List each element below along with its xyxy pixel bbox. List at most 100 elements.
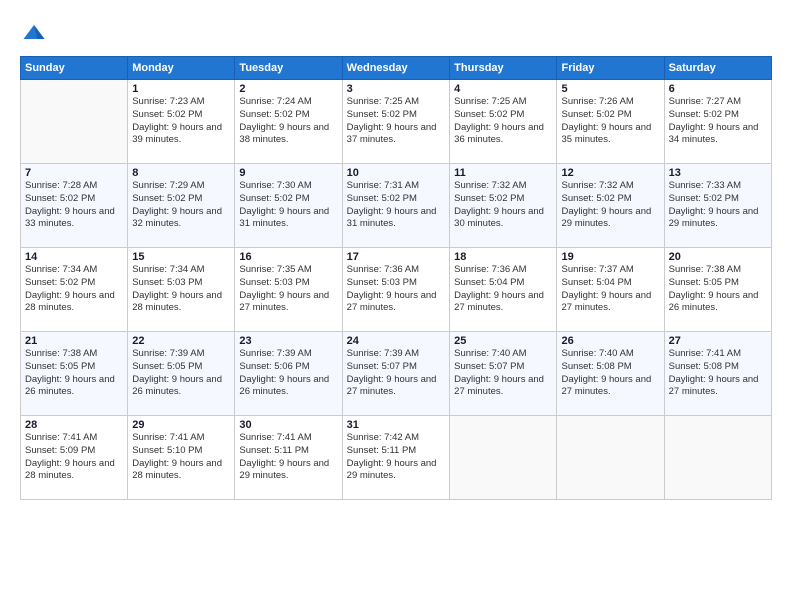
day-number: 5 [561,83,659,95]
weekday-header-wednesday: Wednesday [342,57,449,80]
day-info: Sunrise: 7:42 AM Sunset: 5:11 PM Dayligh… [347,432,445,483]
weekday-header-sunday: Sunday [21,57,128,80]
calendar-cell: 8Sunrise: 7:29 AM Sunset: 5:02 PM Daylig… [128,164,235,248]
day-number: 14 [25,251,123,263]
calendar-cell: 6Sunrise: 7:27 AM Sunset: 5:02 PM Daylig… [664,80,771,164]
calendar-cell: 4Sunrise: 7:25 AM Sunset: 5:02 PM Daylig… [450,80,557,164]
calendar-cell: 27Sunrise: 7:41 AM Sunset: 5:08 PM Dayli… [664,332,771,416]
day-info: Sunrise: 7:27 AM Sunset: 5:02 PM Dayligh… [669,96,767,147]
calendar-cell: 14Sunrise: 7:34 AM Sunset: 5:02 PM Dayli… [21,248,128,332]
calendar-cell: 2Sunrise: 7:24 AM Sunset: 5:02 PM Daylig… [235,80,342,164]
day-info: Sunrise: 7:40 AM Sunset: 5:07 PM Dayligh… [454,348,552,399]
calendar-cell: 15Sunrise: 7:34 AM Sunset: 5:03 PM Dayli… [128,248,235,332]
day-number: 3 [347,83,445,95]
day-info: Sunrise: 7:26 AM Sunset: 5:02 PM Dayligh… [561,96,659,147]
calendar-cell: 9Sunrise: 7:30 AM Sunset: 5:02 PM Daylig… [235,164,342,248]
logo [20,18,52,46]
calendar-cell: 20Sunrise: 7:38 AM Sunset: 5:05 PM Dayli… [664,248,771,332]
day-number: 27 [669,335,767,347]
calendar-cell: 10Sunrise: 7:31 AM Sunset: 5:02 PM Dayli… [342,164,449,248]
calendar-cell: 28Sunrise: 7:41 AM Sunset: 5:09 PM Dayli… [21,416,128,500]
day-number: 21 [25,335,123,347]
calendar-cell: 7Sunrise: 7:28 AM Sunset: 5:02 PM Daylig… [21,164,128,248]
day-info: Sunrise: 7:23 AM Sunset: 5:02 PM Dayligh… [132,96,230,147]
day-number: 17 [347,251,445,263]
header [20,18,772,46]
day-number: 7 [25,167,123,179]
day-number: 31 [347,419,445,431]
calendar-week-4: 21Sunrise: 7:38 AM Sunset: 5:05 PM Dayli… [21,332,772,416]
weekday-header-friday: Friday [557,57,664,80]
calendar-cell: 22Sunrise: 7:39 AM Sunset: 5:05 PM Dayli… [128,332,235,416]
weekday-header-thursday: Thursday [450,57,557,80]
day-number: 10 [347,167,445,179]
calendar-cell: 19Sunrise: 7:37 AM Sunset: 5:04 PM Dayli… [557,248,664,332]
day-number: 25 [454,335,552,347]
day-info: Sunrise: 7:29 AM Sunset: 5:02 PM Dayligh… [132,180,230,231]
day-info: Sunrise: 7:39 AM Sunset: 5:07 PM Dayligh… [347,348,445,399]
weekday-header-saturday: Saturday [664,57,771,80]
day-number: 26 [561,335,659,347]
day-info: Sunrise: 7:24 AM Sunset: 5:02 PM Dayligh… [239,96,337,147]
day-number: 12 [561,167,659,179]
calendar-cell: 21Sunrise: 7:38 AM Sunset: 5:05 PM Dayli… [21,332,128,416]
day-number: 19 [561,251,659,263]
calendar-cell [450,416,557,500]
day-number: 11 [454,167,552,179]
calendar-cell: 23Sunrise: 7:39 AM Sunset: 5:06 PM Dayli… [235,332,342,416]
day-info: Sunrise: 7:28 AM Sunset: 5:02 PM Dayligh… [25,180,123,231]
day-number: 8 [132,167,230,179]
calendar-week-5: 28Sunrise: 7:41 AM Sunset: 5:09 PM Dayli… [21,416,772,500]
day-number: 2 [239,83,337,95]
calendar-week-3: 14Sunrise: 7:34 AM Sunset: 5:02 PM Dayli… [21,248,772,332]
calendar-cell: 1Sunrise: 7:23 AM Sunset: 5:02 PM Daylig… [128,80,235,164]
day-number: 4 [454,83,552,95]
calendar-cell: 25Sunrise: 7:40 AM Sunset: 5:07 PM Dayli… [450,332,557,416]
logo-icon [20,18,48,46]
calendar-week-1: 1Sunrise: 7:23 AM Sunset: 5:02 PM Daylig… [21,80,772,164]
day-number: 1 [132,83,230,95]
day-info: Sunrise: 7:40 AM Sunset: 5:08 PM Dayligh… [561,348,659,399]
calendar-cell: 11Sunrise: 7:32 AM Sunset: 5:02 PM Dayli… [450,164,557,248]
day-number: 16 [239,251,337,263]
day-info: Sunrise: 7:36 AM Sunset: 5:04 PM Dayligh… [454,264,552,315]
day-number: 24 [347,335,445,347]
day-info: Sunrise: 7:31 AM Sunset: 5:02 PM Dayligh… [347,180,445,231]
day-info: Sunrise: 7:32 AM Sunset: 5:02 PM Dayligh… [561,180,659,231]
day-info: Sunrise: 7:36 AM Sunset: 5:03 PM Dayligh… [347,264,445,315]
day-info: Sunrise: 7:41 AM Sunset: 5:08 PM Dayligh… [669,348,767,399]
calendar-cell [557,416,664,500]
day-number: 9 [239,167,337,179]
day-info: Sunrise: 7:32 AM Sunset: 5:02 PM Dayligh… [454,180,552,231]
day-info: Sunrise: 7:25 AM Sunset: 5:02 PM Dayligh… [347,96,445,147]
day-number: 20 [669,251,767,263]
day-number: 30 [239,419,337,431]
calendar-cell: 18Sunrise: 7:36 AM Sunset: 5:04 PM Dayli… [450,248,557,332]
day-info: Sunrise: 7:34 AM Sunset: 5:02 PM Dayligh… [25,264,123,315]
day-info: Sunrise: 7:35 AM Sunset: 5:03 PM Dayligh… [239,264,337,315]
day-info: Sunrise: 7:30 AM Sunset: 5:02 PM Dayligh… [239,180,337,231]
calendar-page: SundayMondayTuesdayWednesdayThursdayFrid… [0,0,792,612]
day-info: Sunrise: 7:37 AM Sunset: 5:04 PM Dayligh… [561,264,659,315]
day-info: Sunrise: 7:41 AM Sunset: 5:11 PM Dayligh… [239,432,337,483]
day-number: 29 [132,419,230,431]
day-info: Sunrise: 7:33 AM Sunset: 5:02 PM Dayligh… [669,180,767,231]
calendar-week-2: 7Sunrise: 7:28 AM Sunset: 5:02 PM Daylig… [21,164,772,248]
day-info: Sunrise: 7:41 AM Sunset: 5:10 PM Dayligh… [132,432,230,483]
calendar-cell: 29Sunrise: 7:41 AM Sunset: 5:10 PM Dayli… [128,416,235,500]
calendar-cell: 16Sunrise: 7:35 AM Sunset: 5:03 PM Dayli… [235,248,342,332]
weekday-header-monday: Monday [128,57,235,80]
calendar-cell: 3Sunrise: 7:25 AM Sunset: 5:02 PM Daylig… [342,80,449,164]
day-number: 6 [669,83,767,95]
day-info: Sunrise: 7:39 AM Sunset: 5:06 PM Dayligh… [239,348,337,399]
day-info: Sunrise: 7:25 AM Sunset: 5:02 PM Dayligh… [454,96,552,147]
day-info: Sunrise: 7:34 AM Sunset: 5:03 PM Dayligh… [132,264,230,315]
day-info: Sunrise: 7:41 AM Sunset: 5:09 PM Dayligh… [25,432,123,483]
calendar-cell: 30Sunrise: 7:41 AM Sunset: 5:11 PM Dayli… [235,416,342,500]
day-number: 15 [132,251,230,263]
day-number: 23 [239,335,337,347]
calendar-cell [21,80,128,164]
calendar-cell: 17Sunrise: 7:36 AM Sunset: 5:03 PM Dayli… [342,248,449,332]
day-number: 28 [25,419,123,431]
day-number: 18 [454,251,552,263]
